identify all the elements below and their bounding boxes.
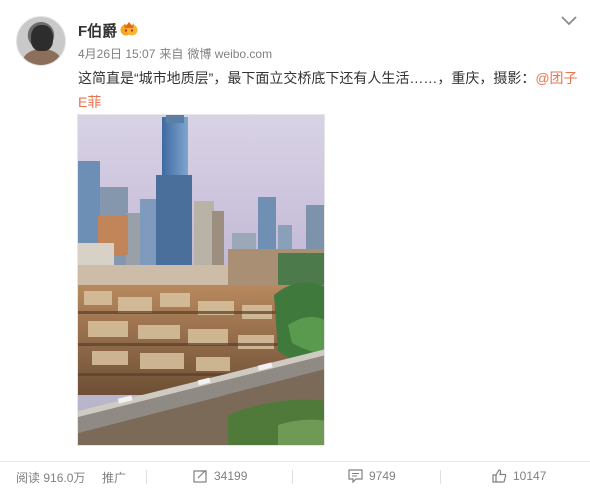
- repost-icon: [193, 470, 207, 483]
- like-count: 10147: [513, 469, 547, 483]
- thumbs-up-icon: [492, 469, 507, 483]
- post-source[interactable]: 微博 weibo.com: [187, 47, 272, 61]
- source-prefix: 来自: [159, 47, 184, 61]
- chevron-down-icon[interactable]: [560, 14, 578, 28]
- read-count-value: 916.0万: [43, 471, 86, 485]
- promote-button[interactable]: 推广: [102, 469, 126, 486]
- avatar[interactable]: [16, 16, 66, 66]
- weibo-post-card: F伯爵 4月26日 15:07 来自 微博 weibo.com 这简直是“城市地质层…: [0, 0, 590, 491]
- city-photo-image: [78, 115, 324, 445]
- avatar-shoulders: [23, 49, 61, 65]
- post-text: 这简直是“城市地质层”，最下面立交桥底下还有人生活……，重庆，摄影：@团子E菲: [78, 66, 578, 114]
- comment-count: 9749: [369, 469, 396, 483]
- read-count: 阅读 916.0万: [16, 469, 85, 486]
- like-button[interactable]: 10147: [492, 469, 546, 483]
- vip-badge-icon[interactable]: [120, 21, 138, 37]
- repost-button[interactable]: 34199: [193, 469, 247, 483]
- post-body: 这简直是“城市地质层”，最下面立交桥底下还有人生活……，重庆，摄影：: [78, 70, 536, 86]
- post-timestamp[interactable]: 4月26日 15:07: [78, 47, 155, 61]
- comment-button[interactable]: 9749: [348, 469, 396, 483]
- promote-label: 推广: [102, 471, 127, 485]
- post-photo[interactable]: [77, 114, 325, 446]
- author-name[interactable]: F伯爵: [78, 20, 117, 41]
- avatar-head: [31, 25, 53, 51]
- divider: [440, 470, 441, 484]
- divider: [146, 470, 147, 484]
- comment-icon: [348, 469, 363, 483]
- read-label: 阅读: [16, 471, 41, 485]
- post-action-bar: 阅读 916.0万 推广 34199 9749 10147: [0, 462, 590, 491]
- divider: [292, 470, 293, 484]
- post-meta: 4月26日 15:07 来自 微博 weibo.com: [78, 45, 272, 62]
- repost-count: 34199: [214, 469, 248, 483]
